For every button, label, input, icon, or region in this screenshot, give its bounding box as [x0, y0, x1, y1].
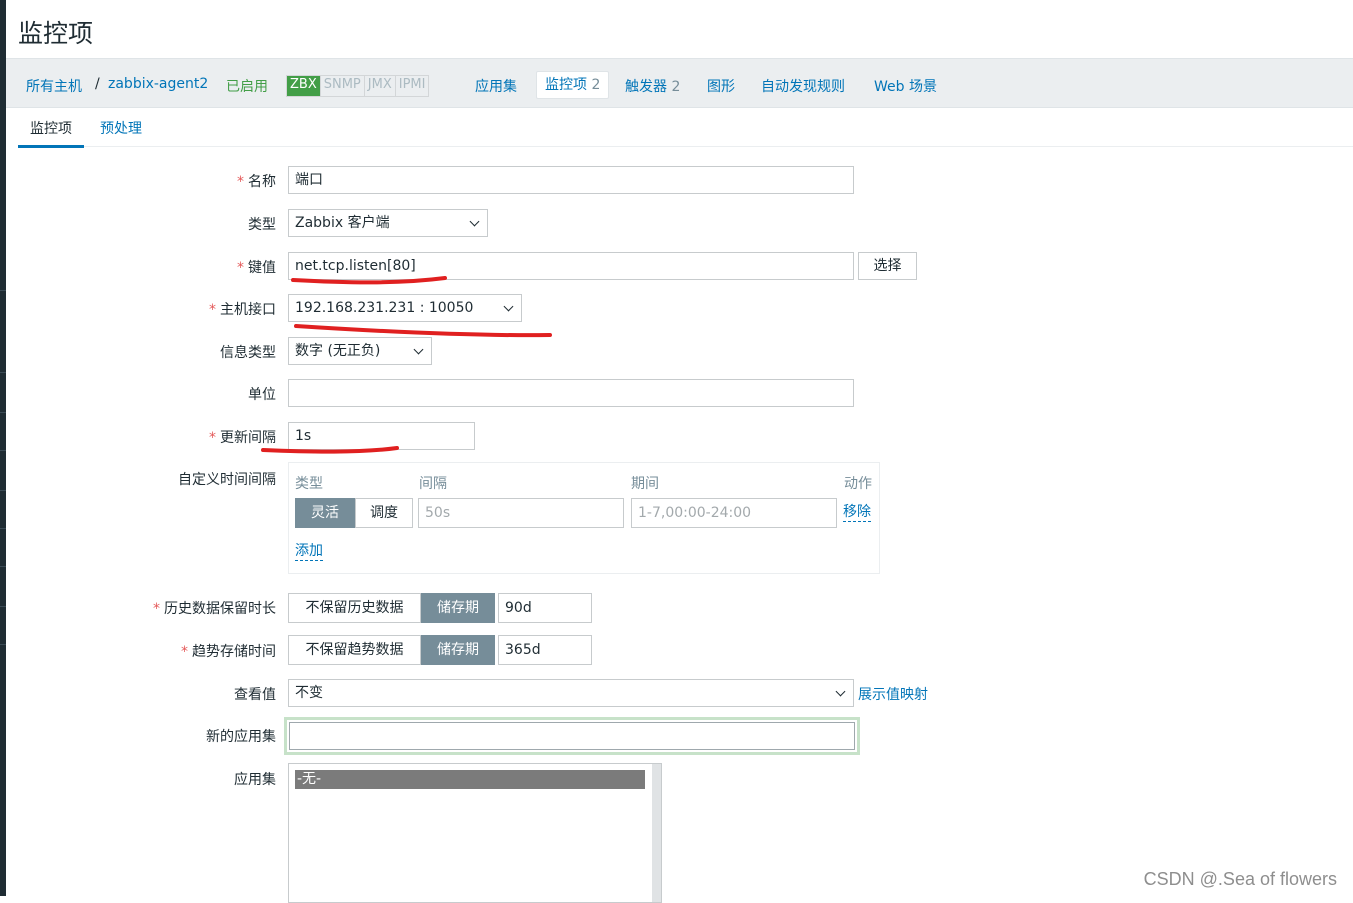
- remove-interval-link[interactable]: 移除: [843, 504, 871, 522]
- application-option-none[interactable]: -无-: [295, 770, 645, 789]
- required-mark: *: [181, 644, 188, 660]
- triggers-count: 2: [671, 79, 681, 95]
- trends-storage-period-toggle[interactable]: 储存期: [421, 635, 495, 665]
- required-mark: *: [237, 260, 244, 276]
- tab-preprocessing[interactable]: 预处理: [100, 118, 142, 138]
- custom-intervals-label: 自定义时间间隔: [178, 472, 276, 488]
- applications-listbox[interactable]: -无-: [288, 763, 662, 903]
- trends-label: * 趋势存储时间: [181, 641, 276, 661]
- trends-period-input[interactable]: 365d: [498, 635, 592, 665]
- required-mark: *: [209, 302, 216, 318]
- listbox-scrollbar[interactable]: [652, 764, 661, 902]
- triggers-link-label: 触发器: [625, 79, 667, 95]
- history-label-text: 历史数据保留时长: [164, 601, 276, 617]
- page-header: 监控项: [6, 0, 1353, 59]
- badge-ipmi: IPMI: [398, 77, 426, 92]
- history-label: * 历史数据保留时长: [153, 598, 276, 618]
- value-map-select[interactable]: 不变: [288, 679, 854, 707]
- availability-badges: ZBX SNMP JMX IPMI: [286, 75, 430, 97]
- applications-link[interactable]: 应用集: [475, 76, 517, 96]
- tab-item[interactable]: 监控项: [18, 118, 84, 148]
- triggers-link[interactable]: 触发器 2: [625, 76, 680, 96]
- col-type-header: 类型: [295, 476, 323, 492]
- host-breadcrumb-bar: 所有主机 / zabbix-agent2 已启用 ZBX SNMP JMX IP…: [6, 59, 1353, 108]
- discovery-rules-link[interactable]: 自动发现规则: [761, 76, 845, 96]
- applications-label: 应用集: [234, 772, 276, 788]
- custom-period-input[interactable]: 1-7,00:00-24:00: [631, 498, 837, 528]
- host-interface-select[interactable]: 192.168.231.231 : 10050: [288, 294, 522, 322]
- col-period-header: 期间: [631, 476, 659, 492]
- required-mark: *: [237, 174, 244, 190]
- custom-period-placeholder: 1-7,00:00-24:00: [638, 505, 752, 521]
- badge-zbx: ZBX: [287, 76, 321, 96]
- history-storage-period-toggle[interactable]: 储存期: [421, 593, 495, 623]
- custom-intervals-table: 类型 间隔 期间 动作 灵活 调度 50s 1-7,00:00-24:00 移除…: [288, 462, 880, 574]
- info-type-label: 信息类型: [220, 345, 276, 361]
- watermark: CSDN @.Sea of flowers: [1143, 869, 1337, 889]
- trends-do-not-keep-toggle[interactable]: 不保留趋势数据: [288, 635, 421, 665]
- add-interval-link[interactable]: 添加: [295, 543, 323, 561]
- form-tabs: 监控项 预处理: [18, 108, 1353, 148]
- name-input[interactable]: 端口: [288, 166, 854, 194]
- type-label: 类型: [248, 217, 276, 233]
- interface-label-text: 主机接口: [220, 302, 276, 318]
- update-interval-input[interactable]: 1s: [288, 422, 475, 450]
- interface-underline: [294, 324, 552, 338]
- host-status-enabled[interactable]: 已启用: [226, 76, 268, 96]
- trends-label-text: 趋势存储时间: [192, 644, 276, 660]
- key-label: * 键值: [237, 257, 276, 277]
- name-label: * 名称: [237, 171, 276, 191]
- badge-snmp: SNMP: [321, 76, 365, 96]
- new-application-focus-ring: [284, 717, 860, 755]
- graphs-link[interactable]: 图形: [707, 76, 735, 96]
- custom-interval-placeholder: 50s: [425, 505, 451, 521]
- key-input[interactable]: net.tcp.listen[80]: [288, 252, 854, 280]
- col-action-header: 动作: [844, 476, 872, 492]
- units-input[interactable]: [288, 379, 854, 407]
- info-type-select[interactable]: 数字 (无正负): [288, 337, 432, 365]
- custom-interval-input[interactable]: 50s: [418, 498, 624, 528]
- interface-label: * 主机接口: [209, 299, 276, 319]
- show-value-label: 查看值: [234, 687, 276, 703]
- new-application-input[interactable]: [289, 722, 855, 750]
- update-interval-label: * 更新间隔: [209, 427, 276, 447]
- history-period-input[interactable]: 90d: [498, 593, 592, 623]
- name-label-text: 名称: [248, 174, 276, 190]
- key-select-button[interactable]: 选择: [858, 252, 917, 280]
- update-interval-label-text: 更新间隔: [220, 430, 276, 446]
- required-mark: *: [209, 430, 216, 446]
- left-sidebar-strip: [0, 0, 6, 896]
- col-interval-header: 间隔: [419, 476, 447, 492]
- all-hosts-link[interactable]: 所有主机: [26, 76, 82, 96]
- type-select[interactable]: Zabbix 客户端: [288, 209, 488, 237]
- scheduling-toggle[interactable]: 调度: [355, 498, 413, 528]
- items-link-active[interactable]: 监控项 2: [536, 71, 610, 99]
- host-link[interactable]: zabbix-agent2: [108, 76, 208, 92]
- required-mark: *: [153, 601, 160, 617]
- new-application-label: 新的应用集: [206, 729, 276, 745]
- items-link-label: 监控项: [545, 77, 587, 93]
- breadcrumb-separator: /: [95, 76, 100, 92]
- key-label-text: 键值: [248, 260, 276, 276]
- flexible-toggle[interactable]: 灵活: [295, 498, 355, 528]
- units-label: 单位: [248, 387, 276, 403]
- web-scenarios-link[interactable]: Web 场景: [874, 76, 937, 96]
- items-count: 2: [591, 77, 601, 93]
- badge-jmx: JMX: [365, 76, 396, 96]
- history-do-not-keep-toggle[interactable]: 不保留历史数据: [288, 593, 421, 623]
- page-title: 监控项: [18, 19, 94, 48]
- show-value-mappings-link[interactable]: 展示值映射: [858, 684, 928, 704]
